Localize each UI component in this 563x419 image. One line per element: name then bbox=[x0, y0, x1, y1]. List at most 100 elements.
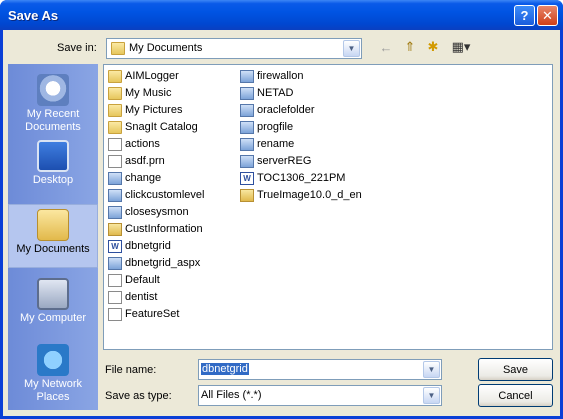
place-my-documents[interactable]: My Documents bbox=[8, 204, 98, 268]
my-documents-folder-icon bbox=[111, 42, 125, 55]
recent-documents-icon bbox=[37, 74, 69, 106]
up-one-level-icon[interactable]: ⇑ bbox=[400, 38, 420, 56]
back-icon[interactable]: ← bbox=[376, 38, 396, 56]
list-item[interactable]: FeatureSet bbox=[108, 306, 179, 322]
chevron-down-icon[interactable]: ▼ bbox=[423, 361, 440, 378]
list-item[interactable]: serverREG bbox=[240, 153, 311, 169]
file-icon bbox=[108, 256, 122, 270]
word-document-icon: W bbox=[240, 171, 254, 185]
file-name: firewallon bbox=[257, 70, 304, 82]
list-item[interactable]: Wdbnetgrid bbox=[108, 238, 171, 254]
place-label: My Network Places bbox=[23, 378, 83, 403]
list-item[interactable]: firewallon bbox=[240, 68, 303, 84]
text-file-icon bbox=[108, 273, 122, 287]
save-as-type-label: Save as type: bbox=[105, 390, 172, 402]
close-button[interactable]: ✕ bbox=[537, 5, 558, 26]
file-name-input[interactable]: dbnetgrid ▼ bbox=[198, 359, 442, 380]
list-item[interactable]: rename bbox=[240, 136, 294, 152]
title-bar[interactable]: Save As ? ✕ bbox=[0, 0, 563, 30]
save-in-dropdown[interactable]: My Documents ▼ bbox=[106, 38, 362, 59]
new-folder-icon[interactable]: ✱ bbox=[423, 38, 443, 56]
chevron-down-icon[interactable]: ▼ bbox=[423, 387, 440, 404]
chevron-down-icon[interactable]: ▼ bbox=[343, 40, 360, 57]
file-name: oraclefolder bbox=[257, 104, 315, 116]
place-my-network-places[interactable]: My Network Places bbox=[8, 340, 98, 404]
file-name: dbnetgrid_aspx bbox=[125, 257, 201, 269]
dialog-body: Save in: My Documents ▼ ← ⇑ ✱ ▦▾ My Rece… bbox=[3, 30, 560, 416]
text-file-icon bbox=[108, 154, 122, 168]
file-name: asdf.prn bbox=[125, 155, 165, 167]
file-name: NETAD bbox=[257, 87, 294, 99]
place-desktop[interactable]: Desktop bbox=[8, 136, 98, 200]
window-title: Save As bbox=[8, 8, 59, 23]
file-name: rename bbox=[257, 138, 295, 150]
list-item[interactable]: NETAD bbox=[240, 85, 293, 101]
save-as-type-dropdown[interactable]: All Files (*.*) ▼ bbox=[198, 385, 442, 406]
file-icon bbox=[108, 222, 122, 236]
file-icon bbox=[240, 103, 254, 117]
list-item[interactable]: Default bbox=[108, 272, 160, 288]
list-item[interactable]: change bbox=[108, 170, 161, 186]
save-in-label: Save in: bbox=[57, 42, 97, 54]
folder-icon bbox=[108, 69, 122, 83]
list-item[interactable]: My Pictures bbox=[108, 102, 182, 118]
place-my-recent-documents[interactable]: My Recent Documents bbox=[8, 70, 98, 134]
list-item[interactable]: progfile bbox=[240, 119, 293, 135]
place-label: My Documents bbox=[16, 243, 90, 255]
text-file-icon bbox=[108, 290, 122, 304]
file-name: SnagIt Catalog bbox=[125, 121, 198, 133]
file-icon bbox=[240, 137, 254, 151]
file-icon bbox=[108, 188, 122, 202]
network-places-icon bbox=[37, 344, 69, 376]
list-item[interactable]: dentist bbox=[108, 289, 157, 305]
list-item[interactable]: oraclefolder bbox=[240, 102, 314, 118]
save-as-dialog: Save As ? ✕ Save in: My Documents ▼ ← ⇑ … bbox=[0, 0, 563, 419]
file-name: FeatureSet bbox=[125, 308, 180, 320]
file-name: dentist bbox=[125, 291, 158, 303]
places-bar: My Recent Documents Desktop My Documents… bbox=[8, 64, 98, 410]
list-item[interactable]: asdf.prn bbox=[108, 153, 165, 169]
cancel-button[interactable]: Cancel bbox=[478, 384, 553, 407]
file-icon bbox=[240, 69, 254, 83]
list-item[interactable]: SnagIt Catalog bbox=[108, 119, 198, 135]
views-menu-icon[interactable]: ▦▾ bbox=[447, 38, 475, 56]
list-item[interactable]: CustInformation bbox=[108, 221, 203, 237]
save-as-type-value: All Files (*.*) bbox=[201, 389, 262, 401]
word-document-icon: W bbox=[108, 239, 122, 253]
file-list[interactable]: AIMLogger My Music My Pictures SnagIt Ca… bbox=[103, 64, 553, 350]
save-button[interactable]: Save bbox=[478, 358, 553, 381]
file-name: AIMLogger bbox=[125, 70, 179, 82]
file-name: change bbox=[125, 172, 162, 184]
my-documents-icon bbox=[37, 209, 69, 241]
help-button[interactable]: ? bbox=[514, 5, 535, 26]
place-label: Desktop bbox=[32, 174, 74, 186]
file-name: My Music bbox=[125, 87, 172, 99]
folder-icon bbox=[108, 86, 122, 100]
file-name: actions bbox=[125, 138, 160, 150]
list-item[interactable]: TrueImage10.0_d_en bbox=[240, 187, 362, 203]
file-name: TOC1306_221PM bbox=[257, 172, 346, 184]
list-item[interactable]: AIMLogger bbox=[108, 68, 179, 84]
folder-icon bbox=[108, 103, 122, 117]
file-name-value: dbnetgrid bbox=[201, 363, 249, 375]
file-icon bbox=[108, 171, 122, 185]
file-name: clickcustomlevel bbox=[125, 189, 205, 201]
list-item[interactable]: My Music bbox=[108, 85, 171, 101]
list-item[interactable]: dbnetgrid_aspx bbox=[108, 255, 200, 271]
list-item[interactable]: closesysmon bbox=[108, 204, 189, 220]
file-name: dbnetgrid bbox=[125, 240, 171, 252]
my-computer-icon bbox=[37, 278, 69, 310]
list-item[interactable]: actions bbox=[108, 136, 160, 152]
place-my-computer[interactable]: My Computer bbox=[8, 274, 98, 338]
save-in-value: My Documents bbox=[129, 42, 203, 54]
list-item[interactable]: W TOC1306_221PM bbox=[240, 170, 345, 186]
file-icon bbox=[108, 205, 122, 219]
file-icon bbox=[240, 154, 254, 168]
text-file-icon bbox=[108, 137, 122, 151]
list-item[interactable]: clickcustomlevel bbox=[108, 187, 204, 203]
file-name: closesysmon bbox=[125, 206, 189, 218]
file-name: TrueImage10.0_d_en bbox=[257, 189, 362, 201]
file-name: progfile bbox=[257, 121, 294, 133]
file-icon bbox=[240, 188, 254, 202]
desktop-icon bbox=[37, 140, 69, 172]
